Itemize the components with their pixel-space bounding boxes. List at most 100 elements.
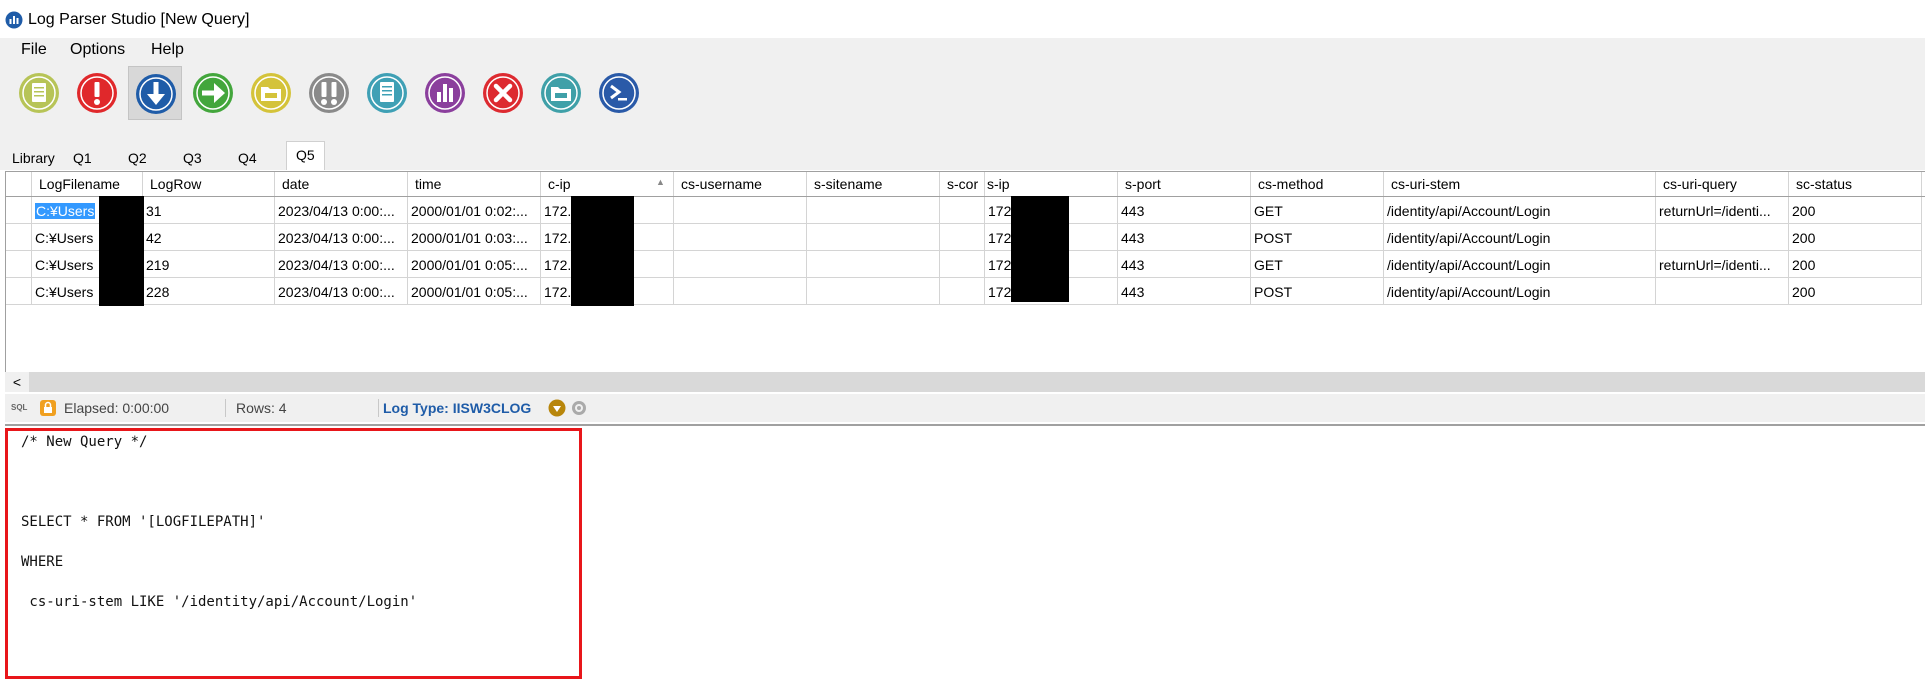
cell-s-computername[interactable] [940, 197, 985, 224]
cell-cs-uri-query[interactable] [1656, 224, 1789, 251]
cell-s-sitename[interactable] [807, 278, 940, 305]
new-query-button[interactable] [12, 66, 66, 120]
table-row[interactable]: C:¥Users 219 2023/04/13 0:00:... 2000/01… [6, 251, 1925, 278]
cell-s-port[interactable]: 443 [1118, 224, 1251, 251]
cell-logrow[interactable]: 219 [143, 251, 275, 278]
lock-icon[interactable] [39, 399, 57, 417]
cell-s-computername[interactable] [940, 224, 985, 251]
row-header[interactable] [6, 224, 32, 251]
export-csv-button[interactable] [534, 66, 588, 120]
cell-cs-uri-stem[interactable]: /identity/api/Account/Login [1384, 278, 1656, 305]
column-header-cs-method[interactable]: cs-method [1251, 172, 1384, 196]
cell-date[interactable]: 2023/04/13 0:00:... [275, 197, 408, 224]
cell-cs-method[interactable]: GET [1251, 251, 1384, 278]
cell-cs-uri-query[interactable]: returnUrl=/identi... [1656, 197, 1789, 224]
column-header-logfilename[interactable]: LogFilename [32, 172, 143, 196]
cell-cs-username[interactable] [674, 251, 807, 278]
cell-s-computername[interactable] [940, 251, 985, 278]
cell-cs-method[interactable]: GET [1251, 197, 1384, 224]
row-header[interactable] [6, 278, 32, 305]
cell-date[interactable]: 2023/04/13 0:00:... [275, 224, 408, 251]
cell-cs-uri-stem[interactable]: /identity/api/Account/Login [1384, 197, 1656, 224]
toolbar [0, 64, 1925, 138]
column-header-cs-uri-query[interactable]: cs-uri-query [1656, 172, 1789, 196]
menu-file[interactable]: File [21, 41, 47, 59]
query-line[interactable]: SELECT * FROM '[LOGFILEPATH]' [21, 514, 265, 530]
cell-cs-username[interactable] [674, 197, 807, 224]
cell-cs-uri-query[interactable] [1656, 278, 1789, 305]
table-row[interactable]: C:¥Users 31 2023/04/13 0:00:... 2000/01/… [6, 197, 1925, 224]
cell-logrow[interactable]: 31 [143, 197, 275, 224]
batch-execute-button[interactable] [302, 66, 356, 120]
open-log-button[interactable] [244, 66, 298, 120]
cell-cs-uri-query[interactable]: returnUrl=/identi... [1656, 251, 1789, 278]
cell-sc-status[interactable]: 200 [1789, 251, 1922, 278]
cell-time[interactable]: 2000/01/01 0:05:... [408, 251, 541, 278]
scroll-left-button[interactable]: < [5, 372, 29, 392]
settings-gear-icon[interactable] [570, 399, 588, 417]
row-header[interactable] [6, 251, 32, 278]
query-editor[interactable]: /* New Query */ SELECT * FROM '[LOGFILEP… [5, 424, 1925, 686]
column-header-cs-username[interactable]: cs-username [674, 172, 807, 196]
row-header[interactable] [6, 197, 32, 224]
column-header-time[interactable]: time [408, 172, 541, 196]
tab-q1[interactable]: Q1 [63, 148, 100, 169]
cell-time[interactable]: 2000/01/01 0:05:... [408, 278, 541, 305]
column-header-c-ip[interactable]: c-ip ▲ [541, 172, 674, 196]
cell-s-port[interactable]: 443 [1118, 197, 1251, 224]
cell-cs-uri-stem[interactable]: /identity/api/Account/Login [1384, 224, 1656, 251]
column-header-s-port[interactable]: s-port [1118, 172, 1251, 196]
tab-q4[interactable]: Q4 [228, 148, 265, 169]
horizontal-scrollbar[interactable]: < [5, 372, 1925, 392]
arrow-right-icon [193, 73, 233, 113]
query-line[interactable]: WHERE [21, 554, 63, 570]
tab-q3[interactable]: Q3 [173, 148, 210, 169]
cell-cs-username[interactable] [674, 224, 807, 251]
cell-s-sitename[interactable] [807, 224, 940, 251]
cell-s-sitename[interactable] [807, 197, 940, 224]
table-row[interactable]: C:¥Users 228 2023/04/13 0:00:... 2000/01… [6, 278, 1925, 305]
cell-sc-status[interactable]: 200 [1789, 197, 1922, 224]
query-line[interactable]: cs-uri-stem LIKE '/identity/api/Account/… [21, 594, 417, 610]
cell-cs-method[interactable]: POST [1251, 224, 1384, 251]
cell-logrow[interactable]: 228 [143, 278, 275, 305]
tab-q2[interactable]: Q2 [118, 148, 155, 169]
execute-button[interactable] [70, 66, 124, 120]
cell-cs-uri-stem[interactable]: /identity/api/Account/Login [1384, 251, 1656, 278]
cell-date[interactable]: 2023/04/13 0:00:... [275, 278, 408, 305]
cell-s-port[interactable]: 443 [1118, 278, 1251, 305]
download-button[interactable] [128, 66, 182, 120]
cell-date[interactable]: 2023/04/13 0:00:... [275, 251, 408, 278]
log-type[interactable]: Log Type: IISW3CLOG [383, 400, 531, 416]
cell-logrow[interactable]: 42 [143, 224, 275, 251]
log-type-dropdown-icon[interactable] [548, 399, 566, 417]
cell-s-computername[interactable] [940, 278, 985, 305]
document-button[interactable] [360, 66, 414, 120]
tab-library[interactable]: Library [2, 148, 63, 169]
cell-cs-method[interactable]: POST [1251, 278, 1384, 305]
column-header-s-computername[interactable]: s-cor [940, 172, 985, 196]
query-line[interactable]: /* New Query */ [21, 434, 147, 450]
column-header-s-sitename[interactable]: s-sitename [807, 172, 940, 196]
menu-options[interactable]: Options [70, 41, 125, 59]
tab-q5[interactable]: Q5 [286, 141, 325, 170]
column-header-cs-uri-stem[interactable]: cs-uri-stem [1384, 172, 1656, 196]
column-header-logrow[interactable]: LogRow [143, 172, 275, 196]
cancel-button[interactable] [476, 66, 530, 120]
cell-time[interactable]: 2000/01/01 0:02:... [408, 197, 541, 224]
cell-cs-username[interactable] [674, 278, 807, 305]
results-grid[interactable]: LogFilename LogRow date time c-ip ▲ cs-u… [5, 171, 1925, 372]
column-header-s-ip[interactable]: s-ip [985, 172, 1118, 196]
menu-help[interactable]: Help [151, 41, 184, 59]
table-row[interactable]: C:¥Users 42 2023/04/13 0:00:... 2000/01/… [6, 224, 1925, 251]
cell-sc-status[interactable]: 200 [1789, 224, 1922, 251]
next-button[interactable] [186, 66, 240, 120]
column-header-sc-status[interactable]: sc-status [1789, 172, 1922, 196]
powershell-button[interactable] [592, 66, 646, 120]
chart-button[interactable] [418, 66, 472, 120]
cell-time[interactable]: 2000/01/01 0:03:... [408, 224, 541, 251]
cell-s-sitename[interactable] [807, 251, 940, 278]
column-header-date[interactable]: date [275, 172, 408, 196]
cell-sc-status[interactable]: 200 [1789, 278, 1922, 305]
cell-s-port[interactable]: 443 [1118, 251, 1251, 278]
